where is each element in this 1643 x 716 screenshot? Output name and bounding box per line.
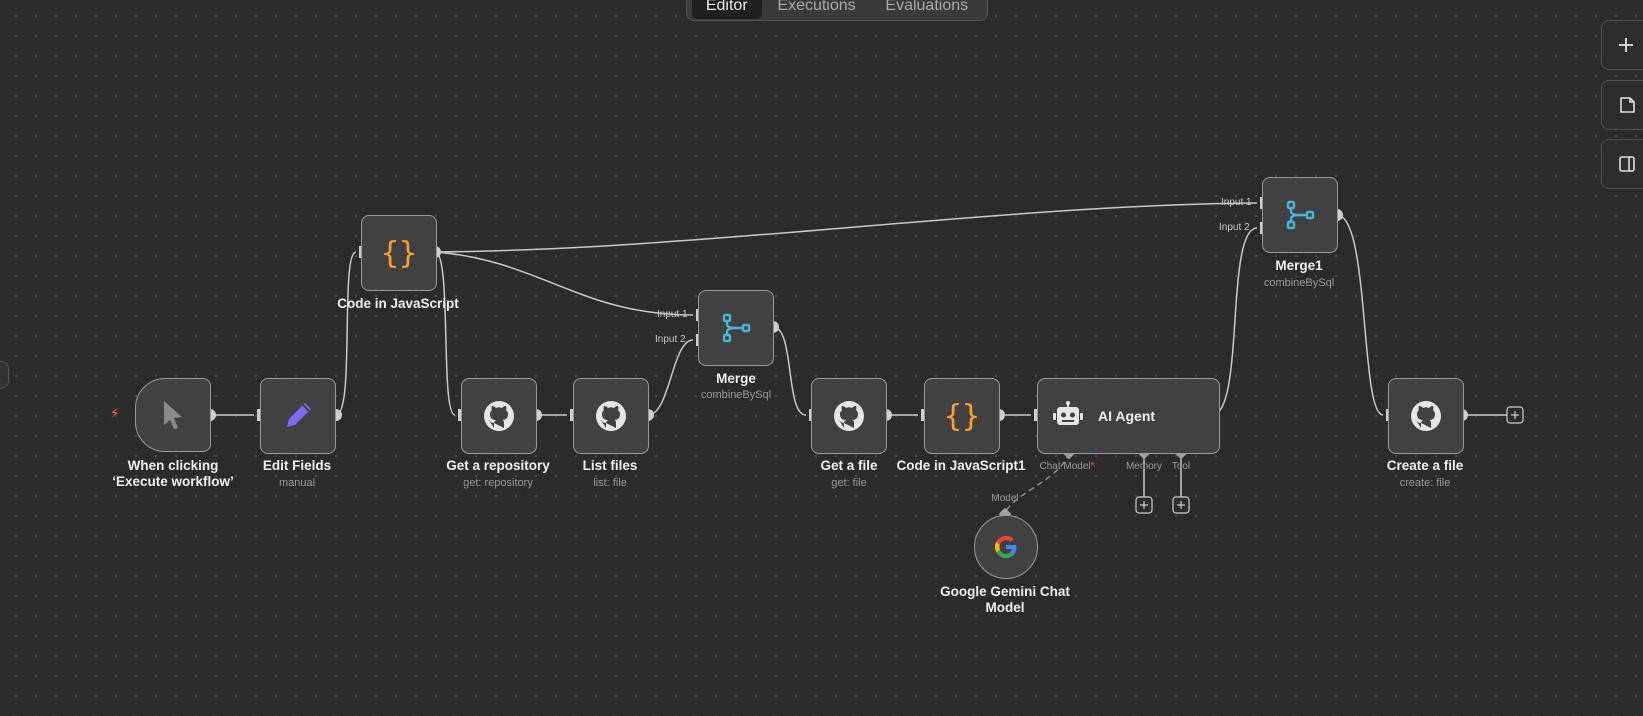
- node-title: Create a file: [1386, 458, 1464, 473]
- port-label-tool: Tool: [1171, 461, 1191, 472]
- code-braces-icon: {}: [943, 398, 981, 434]
- edge-editfields-code: [335, 251, 357, 416]
- merge1-input2-label: Input 2: [1219, 222, 1250, 233]
- port-label-chat-model: Chat Model*: [1039, 461, 1095, 472]
- node-get-file[interactable]: [811, 378, 887, 454]
- pencil-icon: [287, 403, 311, 427]
- node-title: Edit Fields: [262, 458, 332, 473]
- node-create-file[interactable]: [1388, 378, 1464, 454]
- node-subtitle: combineBySql: [700, 389, 772, 401]
- github-icon: [596, 401, 626, 431]
- node-subtitle: combineBySql: [1263, 277, 1335, 289]
- google-icon: [995, 536, 1017, 558]
- add-tool-button: [1172, 496, 1190, 514]
- code-braces-icon: {}: [380, 235, 418, 271]
- node-title: Code in JavaScript1: [896, 458, 1026, 473]
- node-title: Merge1: [1275, 258, 1323, 273]
- add-node-button[interactable]: [1601, 20, 1643, 70]
- node-gemini-chat-model[interactable]: [974, 515, 1038, 579]
- port-label-model: Model: [991, 493, 1019, 504]
- edge-code-getrepo: [434, 251, 456, 416]
- robot-icon: [1053, 401, 1083, 425]
- node-merge[interactable]: [698, 290, 774, 366]
- edge-merge1-createfile: [1336, 214, 1384, 416]
- node-code-javascript1[interactable]: {}: [924, 378, 1000, 454]
- sticky-note-button[interactable]: [1601, 80, 1643, 130]
- node-title: AI Agent: [1098, 408, 1156, 424]
- node-subtitle: get: file: [831, 477, 867, 489]
- edge-code-merge-input1: [434, 251, 694, 316]
- plus-icon: [1619, 38, 1633, 52]
- node-ai-agent[interactable]: AI Agent: [1037, 378, 1220, 454]
- tab-editor[interactable]: Editor: [691, 0, 762, 19]
- merge-input2-label: Input 2: [655, 334, 686, 345]
- merge1-input1-label: Input 1: [1221, 197, 1252, 208]
- add-memory-button: [1135, 496, 1153, 514]
- node-merge1[interactable]: [1262, 177, 1338, 253]
- node-code-javascript[interactable]: {}: [361, 215, 437, 291]
- node-title: Code in JavaScript: [337, 296, 459, 311]
- node-subtitle: create: file: [1399, 477, 1451, 489]
- merge-icon: [722, 313, 751, 343]
- edge-code-merge1-input1: [434, 202, 1258, 253]
- node-edit-fields[interactable]: [260, 378, 336, 454]
- connections-layer: [204, 197, 1524, 521]
- tab-executions[interactable]: Executions: [763, 0, 869, 19]
- merge-icon: [1286, 200, 1315, 230]
- merge-input1-label: Input 1: [657, 309, 688, 320]
- left-panel-handle[interactable]: [0, 361, 9, 389]
- github-icon: [484, 401, 514, 431]
- tab-evaluations[interactable]: Evaluations: [871, 0, 982, 19]
- node-subtitle: manual: [278, 477, 316, 489]
- sticky-note-icon: [1620, 97, 1635, 113]
- cursor-icon: [164, 401, 182, 429]
- node-title: Google Gemini Chat Model: [940, 584, 1070, 615]
- github-icon: [1411, 401, 1441, 431]
- panel-toggle-button[interactable]: [1601, 139, 1643, 189]
- node-list-files[interactable]: [573, 378, 649, 454]
- node-title: Merge: [716, 371, 756, 386]
- node-title: List files: [582, 458, 638, 473]
- trigger-bolt-icon: ⚡: [110, 405, 120, 421]
- github-icon: [834, 401, 864, 431]
- add-node-button-createfile: [1506, 406, 1524, 424]
- node-get-repository[interactable]: [461, 378, 537, 454]
- panel-icon: [1619, 156, 1635, 172]
- node-subtitle: list: file: [593, 477, 627, 489]
- node-trigger[interactable]: [135, 378, 211, 452]
- view-tabs: Editor Executions Evaluations: [686, 0, 988, 21]
